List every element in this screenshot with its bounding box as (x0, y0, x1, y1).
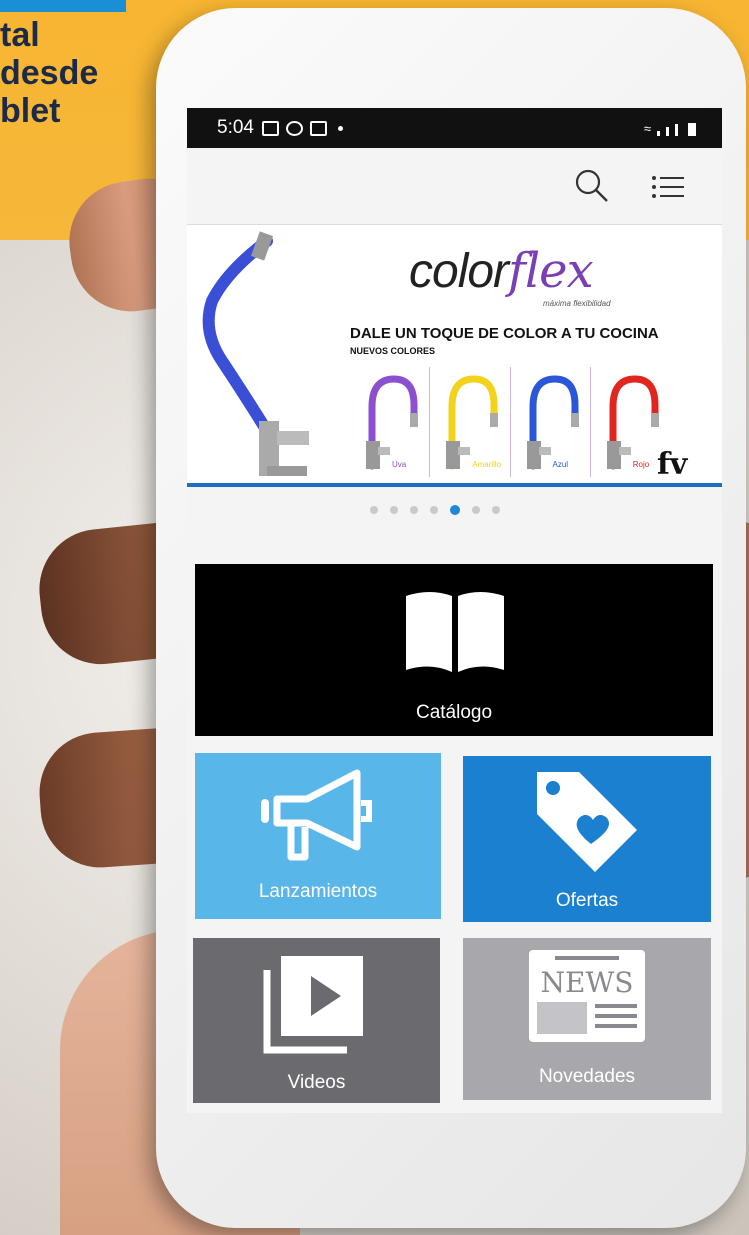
carousel-indicator[interactable] (187, 487, 722, 533)
ofertas-tile[interactable]: Ofertas (463, 756, 711, 922)
signal-icon (657, 131, 660, 136)
app-notification-icon (285, 120, 303, 136)
swatch-label: Uva (392, 460, 407, 469)
brand-logo: colorflex (409, 243, 594, 299)
catalogo-label: Catálogo (415, 702, 493, 723)
status-indicators: ≈ (644, 121, 696, 136)
novedades-tile[interactable]: NEWS Novedades (463, 938, 711, 1100)
novedades-label: Novedades (538, 1066, 636, 1087)
search-icon[interactable] (572, 166, 612, 206)
promo-text: tal desde blet (0, 16, 99, 130)
carousel-dot[interactable] (491, 506, 500, 514)
banner-subheadline: NUEVOS COLORES (350, 346, 436, 356)
swatch-label: Amarillo (472, 460, 502, 469)
svg-text:NEWS: NEWS (541, 966, 634, 999)
video-play-icon (263, 956, 363, 1054)
more-notifications-icon (337, 125, 343, 131)
price-tag-heart-icon (537, 772, 637, 872)
carousel-dot[interactable] (409, 506, 418, 514)
videos-tile[interactable]: Videos (193, 938, 440, 1103)
ofertas-label: Ofertas (555, 890, 619, 911)
fv-logo: fv (657, 447, 688, 482)
app-bar (187, 148, 722, 225)
carousel-dot[interactable] (369, 506, 378, 514)
app-screen: 5:04 ≈ colorflex máxima flexibilidad DAL… (187, 108, 722, 1113)
promo-banner[interactable]: colorflex máxima flexibilidad DALE UN TO… (187, 225, 722, 487)
megaphone-icon (261, 769, 372, 861)
gallery-notification-icon (261, 120, 279, 136)
screen-notification-icon (309, 120, 327, 136)
lanzamientos-label: Lanzamientos (258, 881, 378, 902)
banner-accent-line (187, 483, 722, 487)
wifi-icon: ≈ (643, 121, 651, 136)
videos-label: Videos (287, 1072, 346, 1093)
catalogo-tile[interactable]: Catálogo (195, 564, 713, 736)
swatch-uva: Uva (350, 367, 431, 477)
swatch-azul: Azul (511, 367, 591, 477)
swatch-label: Rojo (632, 460, 650, 469)
open-book-icon (406, 592, 504, 672)
newspaper-icon: NEWS (529, 950, 645, 1042)
carousel-dot[interactable] (471, 506, 480, 514)
list-menu-icon[interactable] (649, 170, 689, 204)
battery-icon (688, 123, 696, 136)
brand-tagline: máxima flexibilidad (543, 299, 611, 308)
status-bar: 5:04 ≈ (187, 108, 722, 148)
carousel-dot[interactable] (389, 506, 398, 514)
color-swatches: Uva Amarillo Azul Rojo (350, 367, 670, 477)
banner-headline: DALE UN TOQUE DE COLOR A TU COCINA (350, 325, 659, 342)
carousel-dot[interactable] (429, 506, 438, 514)
swatch-amarillo: Amarillo (430, 367, 511, 477)
lanzamientos-tile[interactable]: Lanzamientos (195, 753, 441, 919)
carousel-dot[interactable] (449, 505, 460, 515)
status-time: 5:04 (217, 117, 254, 138)
faucet-image (202, 231, 309, 476)
promo-accent-bar (0, 0, 126, 12)
swatch-label: Azul (552, 460, 569, 469)
